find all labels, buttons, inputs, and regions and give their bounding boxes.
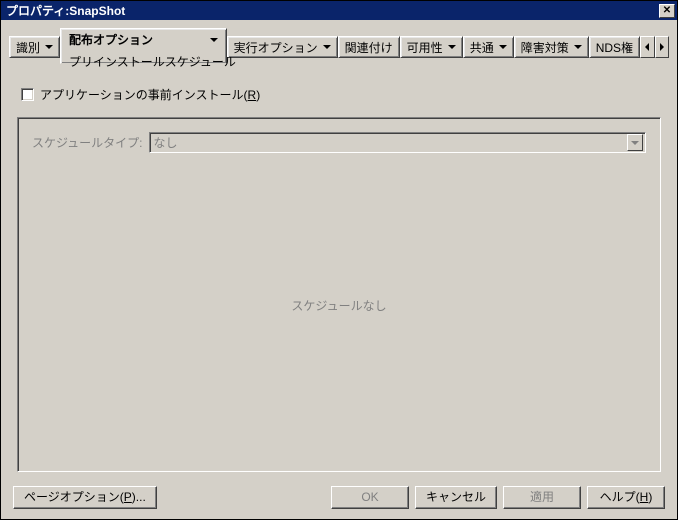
properties-dialog: プロパティ:SnapShot ✕ 識別 配布オプション プリインストールスケジュ… bbox=[0, 0, 678, 520]
tab-label: 関連付け bbox=[345, 39, 393, 56]
chevron-right-icon bbox=[660, 43, 664, 51]
schedule-empty-message: スケジュールなし bbox=[32, 153, 646, 457]
schedule-panel: スケジュールタイプ: なし スケジュールなし bbox=[17, 117, 661, 472]
tab-label: NDS権 bbox=[596, 39, 633, 56]
tab-scroll-right[interactable] bbox=[655, 36, 669, 58]
dialog-body: 識別 配布オプション プリインストールスケジュール 実行オプション 関連付け 可… bbox=[1, 20, 677, 519]
tab-label: 実行オプション bbox=[234, 39, 318, 56]
tab-label: 共通 bbox=[470, 39, 494, 56]
chevron-down-icon bbox=[574, 45, 582, 49]
chevron-down-icon bbox=[631, 141, 639, 145]
cancel-button[interactable]: キャンセル bbox=[415, 486, 497, 509]
tab-availability[interactable]: 可用性 bbox=[400, 36, 463, 58]
ok-button[interactable]: OK bbox=[331, 486, 409, 509]
chevron-down-icon bbox=[499, 45, 507, 49]
window-title: プロパティ:SnapShot bbox=[3, 2, 659, 19]
tab-label: 識別 bbox=[16, 39, 40, 56]
tab-common[interactable]: 共通 bbox=[463, 36, 514, 58]
tab-label: 配布オプション bbox=[69, 31, 153, 48]
close-button[interactable]: ✕ bbox=[659, 4, 675, 18]
tab-content: アプリケーションの事前インストール(R) スケジュールタイプ: なし スケジュー… bbox=[9, 82, 669, 480]
tab-scroll-left[interactable] bbox=[640, 36, 654, 58]
pre-install-checkbox[interactable] bbox=[21, 88, 34, 101]
combo-dropdown-button[interactable] bbox=[627, 134, 643, 151]
chevron-left-icon bbox=[645, 43, 649, 51]
tab-label: 可用性 bbox=[407, 39, 443, 56]
tab-nds-rights[interactable]: NDS権 bbox=[589, 36, 640, 58]
tab-strip: 識別 配布オプション プリインストールスケジュール 実行オプション 関連付け 可… bbox=[9, 28, 669, 66]
chevron-down-icon bbox=[45, 45, 53, 49]
schedule-type-row: スケジュールタイプ: なし bbox=[32, 132, 646, 153]
tab-distribution-options[interactable]: 配布オプション プリインストールスケジュール bbox=[60, 28, 227, 64]
dialog-button-row: ページオプション(P)... OK キャンセル 適用 ヘルプ(H) bbox=[9, 480, 669, 511]
titlebar: プロパティ:SnapShot ✕ bbox=[1, 1, 677, 20]
chevron-down-icon bbox=[323, 45, 331, 49]
chevron-down-icon bbox=[210, 38, 218, 42]
tab-identify[interactable]: 識別 bbox=[9, 36, 60, 58]
pre-install-label: アプリケーションの事前インストール(R) bbox=[40, 86, 260, 103]
pre-install-row: アプリケーションの事前インストール(R) bbox=[21, 86, 661, 103]
tab-fault-tolerance[interactable]: 障害対策 bbox=[514, 36, 589, 58]
tab-association[interactable]: 関連付け bbox=[338, 36, 400, 58]
schedule-type-label: スケジュールタイプ: bbox=[32, 134, 143, 151]
help-button[interactable]: ヘルプ(H) bbox=[587, 486, 665, 509]
schedule-type-combo[interactable]: なし bbox=[149, 132, 647, 153]
schedule-type-value: なし bbox=[154, 134, 628, 151]
tab-sublabel: プリインストールスケジュール bbox=[69, 53, 236, 70]
tab-run-options[interactable]: 実行オプション bbox=[227, 36, 338, 58]
apply-button[interactable]: 適用 bbox=[503, 486, 581, 509]
page-options-button[interactable]: ページオプション(P)... bbox=[13, 486, 157, 509]
chevron-down-icon bbox=[448, 45, 456, 49]
tab-label: 障害対策 bbox=[521, 39, 569, 56]
